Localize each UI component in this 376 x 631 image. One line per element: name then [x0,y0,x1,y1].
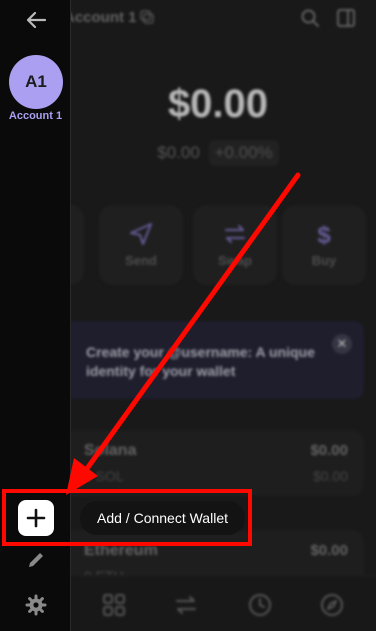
account-label: Account 1 [8,110,63,122]
gear-icon[interactable] [25,594,47,616]
pencil-icon[interactable] [26,550,46,570]
highlight-box [2,489,252,546]
back-arrow-icon[interactable] [25,9,47,31]
account-avatar[interactable]: A1 [9,55,63,109]
